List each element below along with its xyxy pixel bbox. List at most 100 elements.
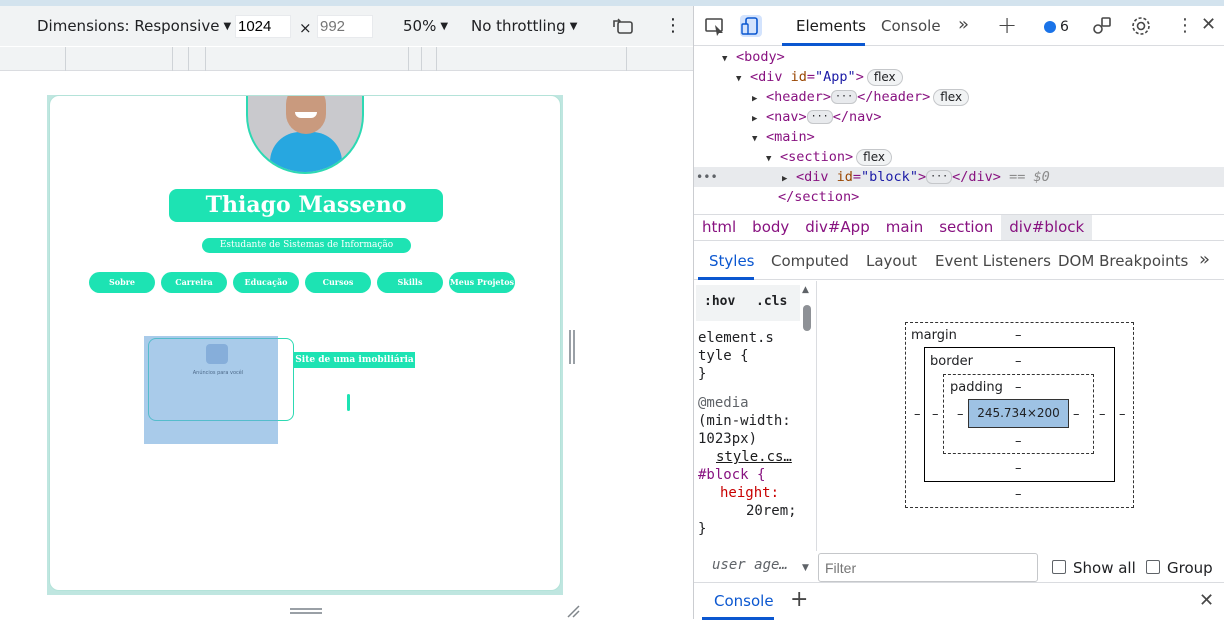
expanded-triangle-icon[interactable]: ▼ [766,149,780,169]
cls-toggle[interactable]: .cls [756,294,787,309]
filter-input[interactable] [818,553,1038,582]
height-property[interactable]: height: [698,484,797,502]
crumb-html[interactable]: html [694,215,744,240]
tab-styles[interactable]: Styles [709,252,755,270]
dom-node-body[interactable]: ▼ <body> [694,47,1224,67]
collapsed-triangle-icon[interactable]: ▶ [752,89,766,109]
stylesheet-link[interactable]: style.cs… [716,449,792,465]
tab-event-listeners[interactable]: Event Listeners [935,252,1051,270]
dimension-times: × [299,19,312,37]
project-thumbnail[interactable]: Anúncios para vocêl [144,336,278,444]
ellipsis-chip[interactable]: ··· [806,110,833,124]
border-right-value[interactable]: – [1099,407,1106,422]
show-all-checkbox[interactable] [1052,560,1066,574]
padding-right-value[interactable]: – [1073,407,1080,422]
node-actions-icon[interactable]: ••• [696,167,718,187]
expanded-triangle-icon[interactable]: ▼ [736,69,750,89]
collapsed-triangle-icon[interactable]: ▶ [752,109,766,129]
width-input[interactable] [235,15,291,38]
breadcrumb: html body div#App main section div#block [694,214,1224,241]
nav-carreira[interactable]: Carreira [161,272,227,293]
nav-sobre[interactable]: Sobre [89,272,155,293]
dom-node-section-close[interactable]: </section> [694,187,1224,207]
border-left-value[interactable]: – [932,407,939,422]
border-top-value[interactable]: – [1015,354,1022,369]
flex-badge[interactable]: flex [866,69,903,86]
ellipsis-chip[interactable]: ··· [831,90,858,104]
resize-corner-icon[interactable] [566,604,580,618]
nav-cursos[interactable]: Cursos [305,272,371,293]
hov-toggle[interactable]: :hov [704,294,735,309]
close-drawer-icon[interactable]: ✕ [1199,590,1214,611]
crumb-section[interactable]: section [931,215,1001,240]
flex-badge[interactable]: flex [933,89,970,106]
height-value[interactable]: 20rem; [698,502,797,520]
styles-scrollbar[interactable]: ▲ ▼ [800,285,814,575]
customize-menu-icon[interactable]: ⋮ [1174,15,1196,37]
height-input[interactable] [317,15,373,38]
close-icon[interactable]: ✕ [1201,14,1223,36]
media-query-ruler[interactable] [0,47,693,71]
expanded-triangle-icon[interactable]: ▼ [722,49,736,69]
throttling-dropdown[interactable]: No throttling ▼ [471,17,577,35]
crumb-body[interactable]: body [744,215,797,240]
margin-top-value[interactable]: – [1015,328,1022,343]
resize-handle-right[interactable] [569,330,577,364]
add-drawer-tab-icon[interactable]: + [790,587,808,612]
tab-elements[interactable]: Elements [796,17,866,35]
crumb-div-block[interactable]: div#block [1001,215,1093,240]
dom-node-app[interactable]: ▼ <div id="App"> flex [694,67,1224,87]
expanded-triangle-icon[interactable]: ▼ [752,129,766,149]
add-panel-icon[interactable]: + [997,11,1017,39]
settings-icon[interactable] [1130,15,1152,37]
box-model-content[interactable]: 245.734×200 [968,399,1069,428]
dom-node-section[interactable]: ▼ <section> flex [694,147,1224,167]
tab-layout[interactable]: Layout [866,252,917,270]
more-tabs-icon[interactable]: » [1199,249,1210,270]
border-bottom-value[interactable]: – [1015,461,1022,476]
nav-skills[interactable]: Skills [377,272,443,293]
crumb-div-app[interactable]: div#App [797,215,877,240]
scroll-up-icon[interactable]: ▲ [802,285,809,295]
more-tabs-icon[interactable]: » [958,14,969,35]
project-title[interactable]: Site de uma imobiliária [294,352,415,368]
padding-bottom-value[interactable]: – [1015,434,1022,449]
margin-right-value[interactable]: – [1119,407,1126,422]
dom-node-nav[interactable]: ▶ <nav> ··· </nav> [694,107,1224,127]
margin-left-value[interactable]: – [914,407,921,422]
inspect-element-icon[interactable] [704,15,726,37]
group-checkbox[interactable] [1146,560,1160,574]
drawer-tab-console[interactable]: Console [714,592,774,610]
ruler-mark [65,47,66,71]
collapsed-triangle-icon[interactable]: ▶ [782,169,796,189]
issues-badge[interactable]: 6 [1044,19,1069,35]
page-nav: Sobre Carreira Educação Cursos Skills Me… [89,272,519,294]
scroll-down-icon[interactable]: ▼ [802,563,809,573]
nav-meus-projetos[interactable]: Meus Projetos [449,272,515,293]
tab-dom-breakpoints[interactable]: DOM Breakpoints [1058,252,1188,270]
scroll-thumb[interactable] [803,305,811,331]
crumb-main[interactable]: main [878,215,931,240]
more-options-icon[interactable]: ⋮ [664,15,682,36]
dimensions-dropdown[interactable]: Dimensions: Responsive ▼ [37,17,231,35]
tab-console[interactable]: Console [881,17,941,35]
dom-node-header[interactable]: ▶ <header> ··· </header> flex [694,87,1224,107]
element-style-rule[interactable]: element.s tyle { } [698,329,774,383]
ellipsis-chip[interactable]: ··· [926,170,953,184]
flex-badge[interactable]: flex [856,149,892,166]
zoom-dropdown[interactable]: 50% ▼ [403,17,448,35]
rotate-icon[interactable] [612,17,634,35]
device-toolbar-icon[interactable] [740,15,762,37]
block-selector[interactable]: #block { [698,466,797,484]
network-conditions-icon[interactable] [1091,15,1113,37]
media-rule[interactable]: @media (min-width: 1023px) style.cs… #bl… [698,394,797,538]
resize-handle-bottom[interactable] [290,608,322,616]
dom-node-main[interactable]: ▼ <main> [694,127,1224,147]
project-link[interactable] [347,394,350,411]
margin-bottom-value[interactable]: – [1015,487,1022,502]
nav-educacao[interactable]: Educação [233,272,299,293]
dom-node-block[interactable]: ••• ▶ <div id="block"> ··· </div> == $0 [694,167,1224,187]
padding-top-value[interactable]: – [1015,380,1022,395]
padding-left-value[interactable]: – [957,407,964,422]
tab-computed[interactable]: Computed [771,252,849,270]
